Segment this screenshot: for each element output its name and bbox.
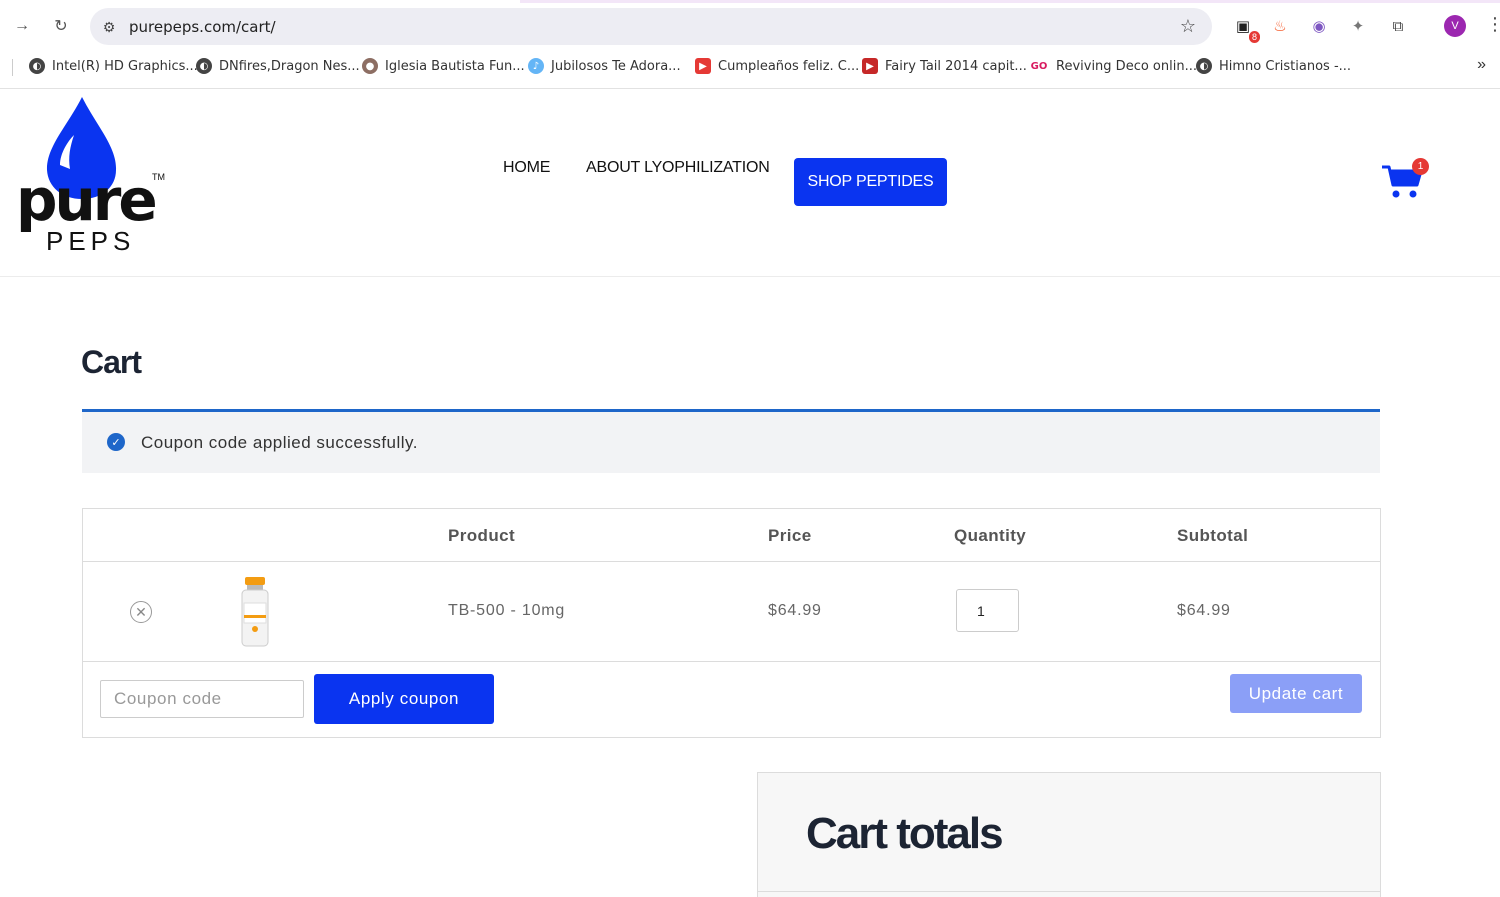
row-divider	[83, 661, 1380, 662]
bookmark-item[interactable]: ◐ DNfires,Dragon Nes...	[196, 56, 360, 76]
cart-item-name[interactable]: TB-500 - 10mg	[448, 602, 565, 620]
check-circle-icon: ✓	[107, 433, 125, 451]
cart-item-subtotal: $64.99	[1177, 602, 1231, 619]
column-header-product: Product	[448, 526, 516, 545]
quantity-input[interactable]: 1	[956, 589, 1019, 632]
nav-home[interactable]: HOME	[503, 159, 550, 177]
bookmark-item[interactable]: ♪ Jubilosos Te Adora...	[528, 56, 681, 76]
header-divider	[83, 561, 1380, 562]
bookmark-item[interactable]: ● Iglesia Bautista Fun...	[362, 56, 525, 76]
page-title: Cart	[81, 344, 142, 380]
coupon-code-input[interactable]: Coupon code	[100, 680, 304, 718]
bookmark-item[interactable]: ◐ Himno Cristianos -...	[1196, 56, 1351, 76]
browser-chrome: → ↻ ⚙ purepeps.com/cart/ ☆ ▣ 8 ♨ ◉ ✦ ⧉ V …	[0, 0, 1500, 89]
logo-subtitle: PEPS	[46, 226, 135, 255]
menu-kebab-icon[interactable]: ⋮	[1486, 14, 1500, 35]
go-icon: GO	[1029, 58, 1049, 74]
product-thumbnail[interactable]	[239, 577, 271, 647]
profile-avatar[interactable]: V	[1444, 15, 1466, 37]
remove-item-icon[interactable]: ✕	[130, 601, 152, 623]
address-bar[interactable]: ⚙ purepeps.com/cart/ ☆	[90, 8, 1212, 45]
music-icon: ♪	[528, 58, 544, 74]
bookmarks-bar: ◐ Intel(R) HD Graphics... ◐ DNfires,Dragon…	[0, 50, 1500, 83]
grey-extension-icon[interactable]: ✦	[1347, 15, 1369, 37]
bookmarks-overflow-icon[interactable]: »	[1477, 56, 1486, 74]
globe-icon: ◐	[1196, 58, 1212, 74]
column-header-quantity: Quantity	[954, 526, 1027, 545]
youtube-icon: ▶	[695, 58, 711, 74]
browser-toolbar: → ↻ ⚙ purepeps.com/cart/ ☆ ▣ 8 ♨ ◉ ✦ ⧉ V …	[0, 0, 1500, 50]
bookmark-item[interactable]: ▶ Fairy Tail 2014 capit...	[862, 56, 1027, 76]
success-notice: ✓ Coupon code applied successfully.	[82, 409, 1380, 473]
totals-divider	[758, 891, 1380, 892]
fire-extension-icon[interactable]: ♨	[1269, 15, 1291, 37]
cart-totals-panel: Cart totals	[757, 772, 1381, 897]
bookmark-item[interactable]: ▶ Cumpleaños feliz. C...	[695, 56, 859, 76]
column-header-price: Price	[768, 526, 812, 545]
pure-peps-logo[interactable]: pure TM PEPS	[16, 95, 176, 255]
column-header-subtotal: Subtotal	[1177, 526, 1249, 545]
person-icon: ●	[362, 58, 378, 74]
notice-message: Coupon code applied successfully.	[141, 433, 419, 452]
cart-count-badge: 1	[1412, 158, 1429, 175]
url-text[interactable]: purepeps.com/cart/	[129, 18, 276, 36]
cart-item-price: $64.99	[768, 602, 822, 619]
cart-totals-title: Cart totals	[806, 809, 1004, 858]
tab-strip-accent	[520, 0, 1500, 3]
bookmark-star-icon[interactable]: ☆	[1180, 16, 1196, 37]
purple-extension-icon[interactable]: ◉	[1308, 15, 1330, 37]
nav-about-lyophilization[interactable]: ABOUT LYOPHILIZATION	[586, 159, 770, 177]
logo-wordmark: pure	[16, 166, 155, 234]
logo-trademark: TM	[152, 172, 165, 182]
extension-badge: 8	[1248, 31, 1260, 43]
cart-table: Product Price Quantity Subtotal ✕ TB-500…	[82, 508, 1381, 738]
youtube-icon: ▶	[862, 58, 878, 74]
apply-coupon-button[interactable]: Apply coupon	[314, 674, 494, 724]
bookmark-item[interactable]: GO Reviving Deco onlin...	[1029, 56, 1197, 76]
bookmark-item[interactable]: ◐ Intel(R) HD Graphics...	[29, 56, 198, 76]
reload-icon[interactable]: ↻	[48, 13, 74, 39]
update-cart-button[interactable]: Update cart	[1230, 674, 1362, 713]
bookmarks-divider	[12, 59, 13, 76]
extension-icon[interactable]: ▣ 8	[1232, 15, 1260, 43]
puzzle-icon[interactable]: ⧉	[1387, 15, 1409, 37]
forward-icon[interactable]: →	[9, 13, 35, 39]
site-header: pure TM PEPS HOME ABOUT LYOPHILIZATION S…	[0, 89, 1500, 277]
globe-icon: ◐	[29, 58, 45, 74]
nav-shop-peptides-button[interactable]: SHOP PEPTIDES	[794, 158, 947, 206]
globe-icon: ◐	[196, 58, 212, 74]
site-settings-icon[interactable]: ⚙	[99, 17, 119, 37]
